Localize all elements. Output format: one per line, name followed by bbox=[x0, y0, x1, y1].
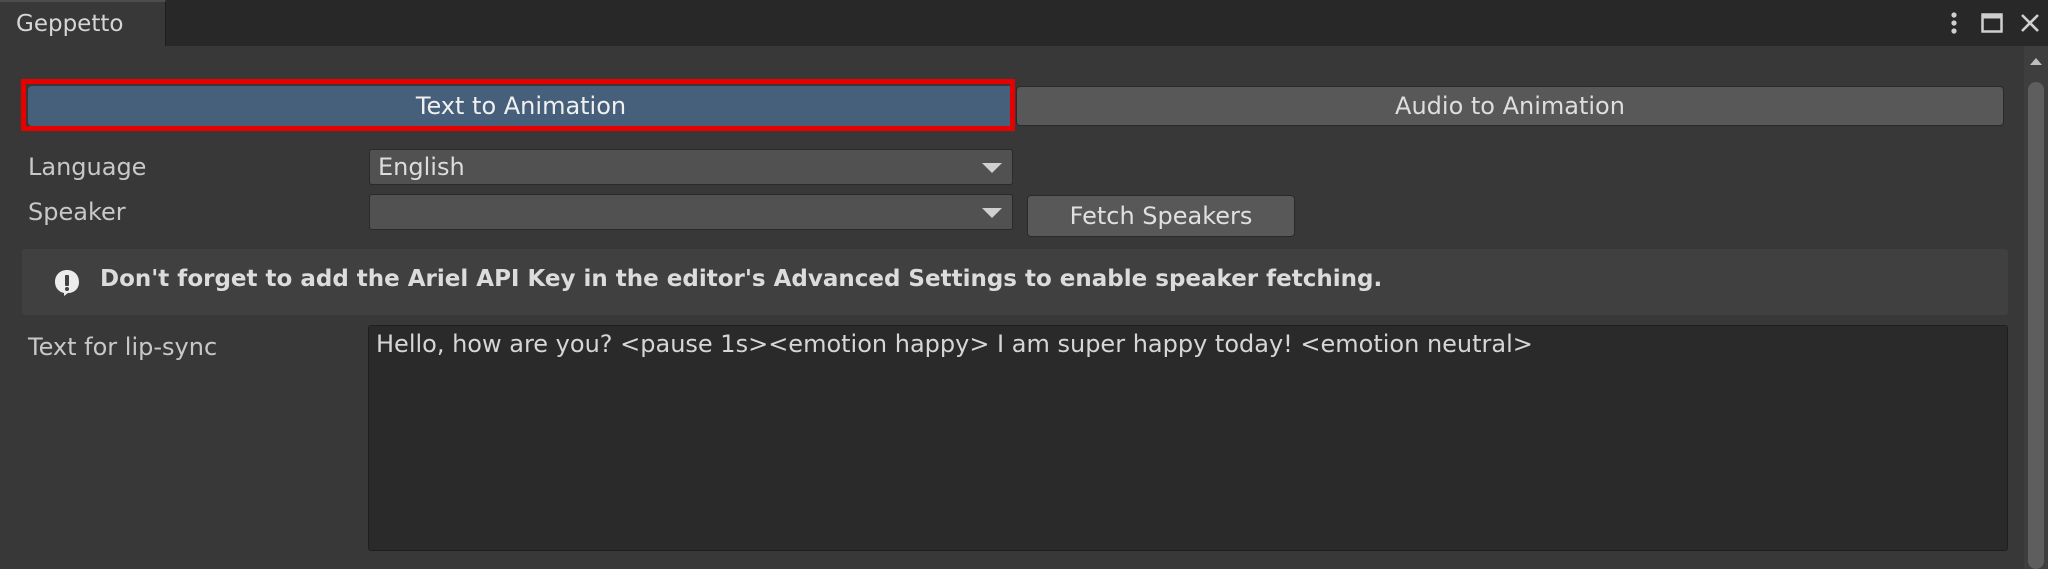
lipsync-text: Hello, how are you? <pause 1s><emotion h… bbox=[376, 330, 1533, 358]
fetch-speakers-button[interactable]: Fetch Speakers bbox=[1027, 195, 1295, 237]
audio-to-animation-tab[interactable]: Audio to Animation bbox=[1016, 86, 2004, 126]
window-controls bbox=[1940, 6, 2044, 40]
geppetto-window: Geppetto Text to Animation Audio to Anim… bbox=[0, 0, 2048, 569]
vertical-scrollbar[interactable] bbox=[2024, 46, 2048, 569]
dropdown-arrow-icon bbox=[982, 208, 1002, 218]
text-to-animation-tab[interactable]: Text to Animation bbox=[28, 86, 1014, 126]
lipsync-textarea[interactable]: Hello, how are you? <pause 1s><emotion h… bbox=[368, 325, 2008, 551]
exclamation-info-icon bbox=[52, 268, 82, 298]
dropdown-arrow-icon bbox=[982, 163, 1002, 173]
help-message: Don't forget to add the Ariel API Key in… bbox=[100, 266, 1383, 292]
tab-bar: Geppetto bbox=[0, 0, 2048, 46]
lipsync-label: Text for lip-sync bbox=[28, 333, 218, 361]
language-label: Language bbox=[28, 153, 147, 181]
scrollbar-thumb[interactable] bbox=[2028, 82, 2044, 569]
language-dropdown[interactable]: English bbox=[369, 149, 1013, 185]
more-vertical-icon[interactable] bbox=[1940, 8, 1968, 38]
tab-title: Geppetto bbox=[16, 11, 124, 37]
language-value: English bbox=[378, 153, 465, 181]
speaker-label: Speaker bbox=[28, 198, 126, 226]
tab-geppetto[interactable]: Geppetto bbox=[0, 0, 166, 46]
mode-toolbar: Text to Animation Audio to Animation bbox=[28, 86, 2004, 126]
scroll-up-icon[interactable] bbox=[2030, 58, 2042, 65]
close-icon[interactable] bbox=[2016, 8, 2044, 38]
help-box: Don't forget to add the Ariel API Key in… bbox=[22, 249, 2008, 315]
maximize-icon[interactable] bbox=[1978, 8, 2006, 38]
speaker-dropdown[interactable] bbox=[369, 194, 1013, 230]
